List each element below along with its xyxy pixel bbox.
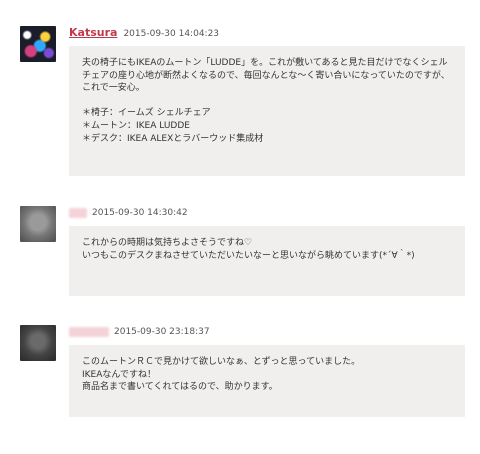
comment-date: 2015-09-30 14:04:23 xyxy=(123,29,220,39)
avatar[interactable] xyxy=(20,206,56,242)
comment-body: このムートンＲＣで見かけて欲しいなぁ、とずっと思っていました。 IKEAなんです… xyxy=(69,345,465,417)
comment-date: 2015-09-30 14:30:42 xyxy=(92,208,188,218)
comment-body: これからの時期は気持ちよさそうですね♡ いつもこのデスクまねさせていただいたいな… xyxy=(69,226,465,296)
comment-meta: 2015-09-30 14:30:42 xyxy=(69,206,188,220)
comment-meta: 2015-09-30 23:18:37 xyxy=(69,325,210,339)
comment-meta: Katsura 2015-09-30 14:04:23 xyxy=(69,26,219,40)
comment-body: 夫の椅子にもIKEAのムートン「LUDDE」を。これが敷いてあると見た目だけでな… xyxy=(69,46,465,176)
author-name-redacted[interactable] xyxy=(69,326,109,337)
author-link[interactable]: Katsura xyxy=(69,26,117,39)
comment-date: 2015-09-30 23:18:37 xyxy=(114,327,210,337)
author-name-redacted[interactable] xyxy=(69,207,87,218)
avatar[interactable] xyxy=(20,26,56,62)
avatar[interactable] xyxy=(20,325,56,361)
